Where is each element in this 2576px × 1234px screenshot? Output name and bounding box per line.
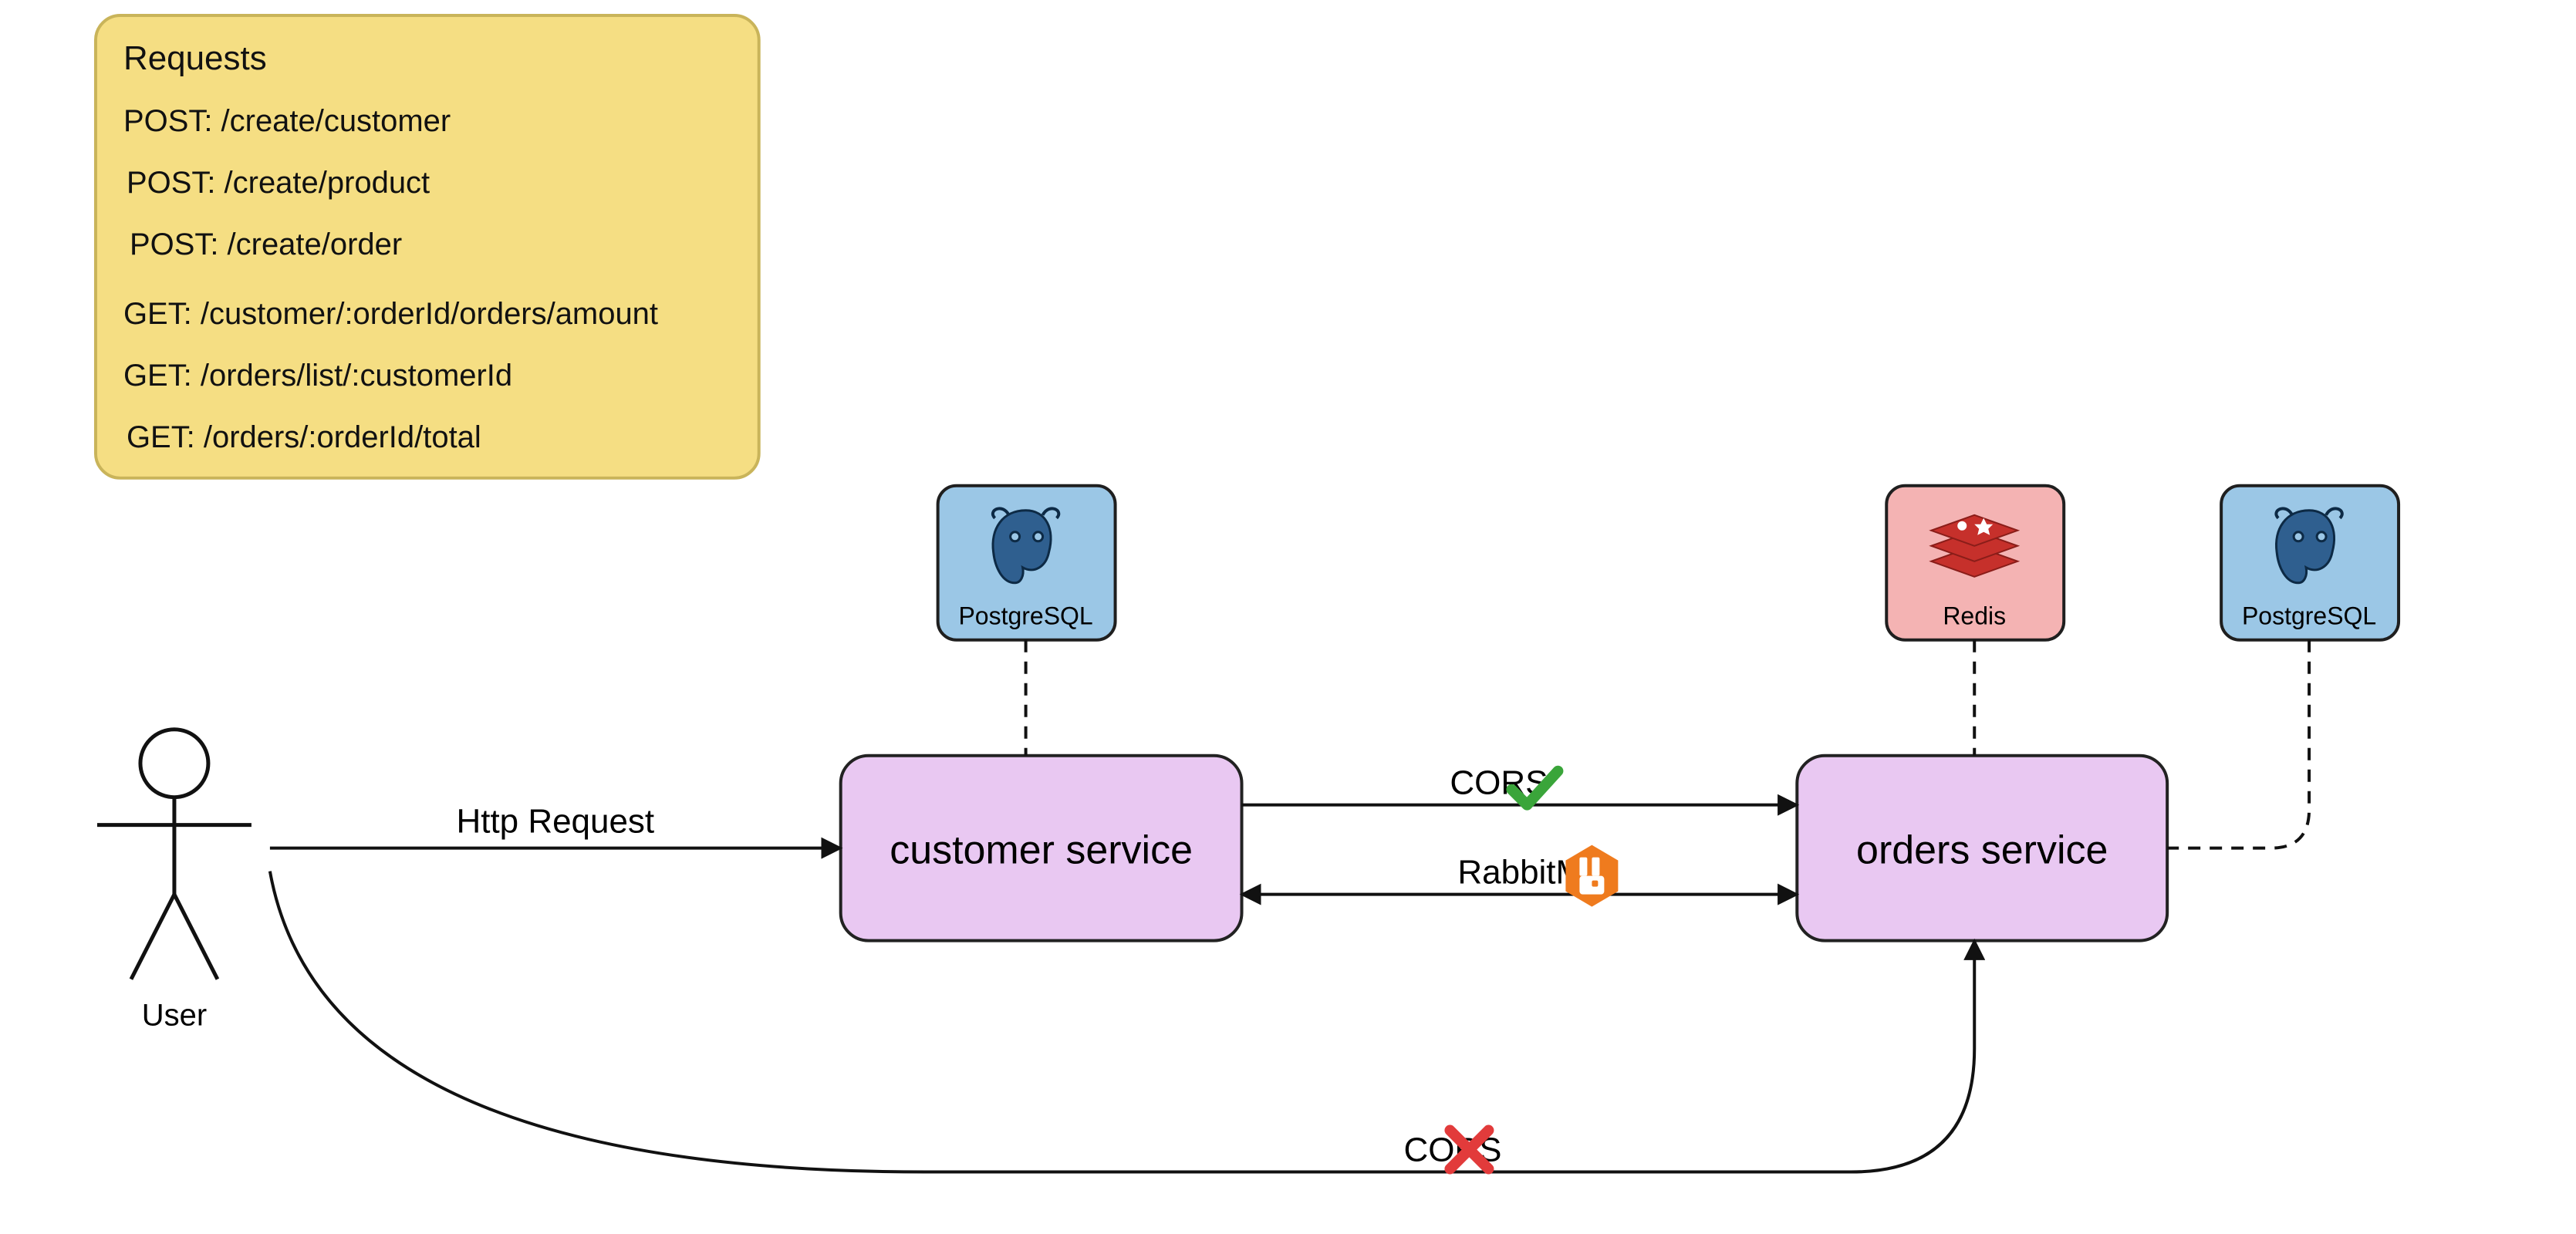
note-title: Requests	[123, 39, 267, 77]
architecture-diagram: Requests POST: /create/customer POST: /c…	[0, 0, 2576, 1234]
orders-service-node: orders service	[1797, 756, 2167, 941]
user-icon	[97, 730, 252, 979]
requests-note: Requests POST: /create/customer POST: /c…	[96, 15, 759, 478]
note-line-3: GET: /customer/:orderId/orders/amount	[123, 297, 658, 331]
customer-service-label: customer service	[890, 828, 1193, 873]
customer-service-node: customer service	[841, 756, 1242, 941]
postgres-2-label: PostgreSQL	[2242, 602, 2376, 630]
user-label: User	[142, 999, 207, 1033]
postgres-1-label: PostgreSQL	[958, 602, 1092, 630]
note-line-0: POST: /create/customer	[123, 104, 451, 138]
note-line-1: POST: /create/product	[127, 166, 430, 200]
note-line-5: GET: /orders/:orderId/total	[127, 420, 481, 454]
edge-postgres2-orders	[2167, 640, 2309, 848]
postgres-1-node: PostgreSQL	[938, 486, 1116, 640]
redis-label: Redis	[1943, 602, 2006, 630]
edge-http-request-label: Http Request	[456, 803, 654, 841]
postgres-2-node: PostgreSQL	[2221, 486, 2399, 640]
orders-service-label: orders service	[1856, 828, 2108, 873]
note-line-2: POST: /create/order	[130, 228, 402, 261]
redis-node: Redis	[1886, 486, 2064, 640]
note-line-4: GET: /orders/list/:customerId	[123, 359, 512, 393]
